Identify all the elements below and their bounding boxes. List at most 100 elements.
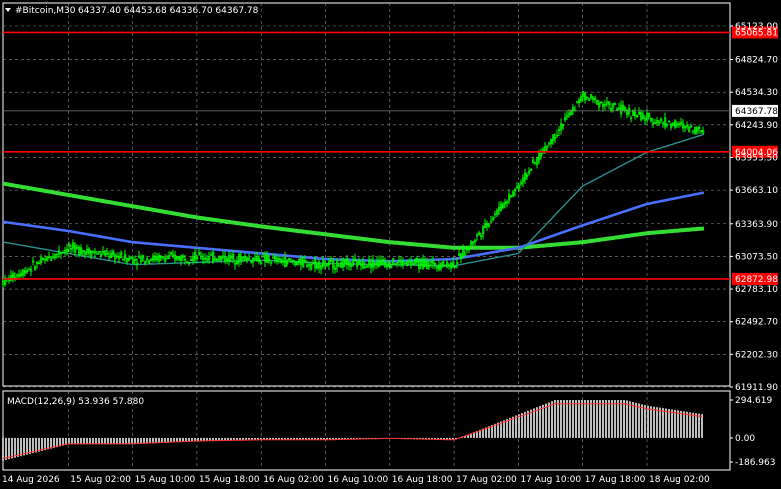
time-tick-label: 16 Aug 10:00 [328, 475, 389, 485]
macd-histogram-bar [650, 406, 652, 438]
macd-histogram-bar [698, 413, 700, 438]
time-tick-label: 15 Aug 10:00 [135, 475, 196, 485]
macd-histogram-bar [545, 403, 547, 438]
macd-histogram-bar [578, 400, 580, 438]
price-tick-label: 63663.10 [735, 186, 778, 196]
macd-histogram-bar [515, 415, 517, 438]
macd-histogram-bar [629, 401, 631, 438]
price-level-tag-text: 62872.98 [735, 275, 778, 285]
time-tick-label: 14 Aug 2026 [2, 475, 60, 485]
moving-averages [3, 133, 705, 267]
macd-histogram-bar [584, 400, 586, 438]
macd-histogram-bar [554, 400, 556, 438]
macd-histogram-bar [632, 402, 634, 438]
macd-histogram-bar [35, 437, 37, 453]
price-tick-label: 62202.30 [735, 350, 778, 360]
chart-window[interactable]: 65065.81 64004.06 62872.98 64367.78 65123.0… [0, 0, 781, 489]
axes: 65123.00 64824.70 64534.30 64243.90 63953.50… [2, 22, 778, 485]
macd-label: MACD(12,26,9) 53.936 57.880 [7, 397, 144, 407]
price-tick-label: 63363.90 [735, 220, 778, 230]
macd-histogram-bar [671, 409, 673, 438]
macd-tick-label: 0.00 [735, 434, 755, 444]
price-tick-label: 63073.50 [735, 252, 778, 262]
macd-histogram-bar [611, 400, 613, 438]
ohlc-values: 64337.40 64453.68 64336.70 64367.78 [78, 6, 259, 16]
macd-histogram-bar [521, 413, 523, 438]
macd-histogram-bar [548, 402, 550, 438]
macd-histogram-bar [626, 400, 628, 438]
macd-indicator [2, 400, 703, 461]
time-tick-label: 15 Aug 02:00 [70, 475, 131, 485]
chart-header: #Bitcoin,M30 64337.40 64453.68 64336.70 … [5, 6, 259, 16]
macd-histogram-bar [566, 400, 568, 438]
macd-histogram-bar [509, 417, 511, 438]
macd-histogram-bar [518, 414, 520, 438]
price-tick-label: 64824.70 [735, 56, 778, 66]
time-tick-label: 18 Aug 02:00 [649, 475, 710, 485]
macd-histogram-bar [617, 400, 619, 438]
macd-histogram-bar [542, 404, 544, 438]
macd-histogram-bar [524, 411, 526, 438]
macd-histogram-bar [530, 409, 532, 438]
current-price-tag-text: 64367.78 [735, 107, 778, 117]
macd-histogram-bar [638, 403, 640, 438]
candle-body [338, 265, 341, 267]
macd-histogram-bar [599, 400, 601, 438]
macd-histogram-bar [503, 420, 505, 438]
macd-histogram-bar [560, 400, 562, 438]
macd-histogram-bar [692, 412, 694, 438]
price-tick-label: 61911.90 [735, 383, 778, 393]
macd-histogram-bar [677, 410, 679, 438]
macd-histogram-bar [587, 400, 589, 438]
macd-histogram-bar [590, 400, 592, 438]
macd-histogram-bar [608, 400, 610, 438]
macd-histogram-bar [17, 437, 19, 457]
macd-tick-label: -186.963 [735, 458, 775, 468]
price-tick-label: 65123.00 [735, 22, 778, 32]
macd-histogram-bar [23, 437, 25, 456]
macd-histogram-bar [32, 437, 34, 454]
macd-histogram-bar [602, 400, 604, 438]
time-tick-label: 16 Aug 02:00 [263, 475, 324, 485]
macd-histogram-bar [647, 405, 649, 438]
macd-histogram-bar [701, 414, 703, 438]
macd-histogram-bar [656, 407, 658, 438]
macd-histogram-bar [563, 400, 565, 438]
candle-body [464, 254, 467, 257]
macd-histogram-bar [572, 400, 574, 438]
candle-body [166, 257, 169, 260]
price-tick-label: 64243.90 [735, 121, 778, 131]
macd-histogram-bar [8, 437, 10, 460]
price-tick-label: 62492.70 [735, 318, 778, 328]
macd-histogram-bar [5, 437, 7, 460]
time-tick-label: 17 Aug 10:00 [520, 475, 581, 485]
macd-histogram-bar [596, 400, 598, 438]
macd-histogram-bar [506, 419, 508, 438]
macd-histogram-bar [29, 437, 31, 454]
dropdown-triangle-icon[interactable] [5, 8, 11, 12]
macd-histogram-bar [635, 402, 637, 438]
macd-histogram-bar [539, 406, 541, 438]
macd-histogram-bar [665, 408, 667, 438]
macd-histogram-bar [644, 405, 646, 438]
macd-histogram-bar [512, 416, 514, 438]
macd-histogram-bar [683, 411, 685, 438]
macd-histogram-bar [614, 400, 616, 438]
macd-histogram-bar [11, 437, 13, 459]
macd-histogram-bar [620, 400, 622, 438]
horizontal-levels[interactable]: 65065.8164004.0662872.9864367.78 [3, 26, 778, 285]
macd-histogram-bar [551, 401, 553, 438]
symbol-label: #Bitcoin,M30 [15, 6, 76, 16]
macd-histogram-bar [659, 407, 661, 438]
macd-histogram-bar [569, 400, 571, 438]
macd-histogram-bar [38, 437, 40, 452]
macd-histogram-bar [581, 400, 583, 438]
time-tick-label: 17 Aug 18:00 [585, 475, 646, 485]
macd-histogram-bar [533, 408, 535, 438]
time-tick-label: 16 Aug 18:00 [392, 475, 453, 485]
macd-histogram-bar [500, 421, 502, 438]
macd-histogram-bar [686, 411, 688, 438]
macd-histogram-bar [536, 407, 538, 438]
chart-canvas[interactable]: 65065.8164004.0662872.9864367.78 65123.0… [0, 0, 781, 489]
price-tick-label: 62783.10 [735, 285, 778, 295]
